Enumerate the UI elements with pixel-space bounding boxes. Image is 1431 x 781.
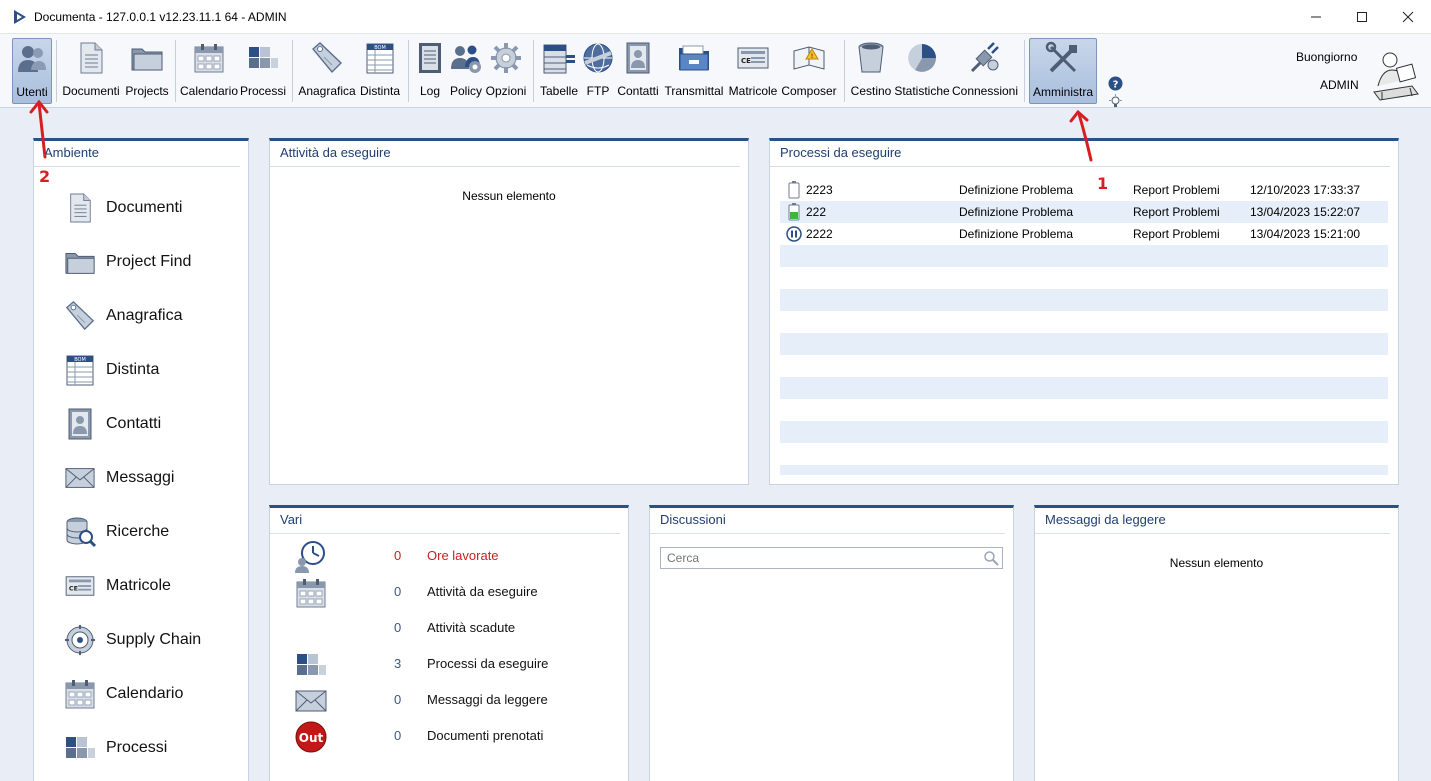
- annotation-label: 1: [1097, 174, 1109, 193]
- annotation-arrows: [29, 99, 1093, 162]
- annotation-label: 2: [39, 167, 51, 186]
